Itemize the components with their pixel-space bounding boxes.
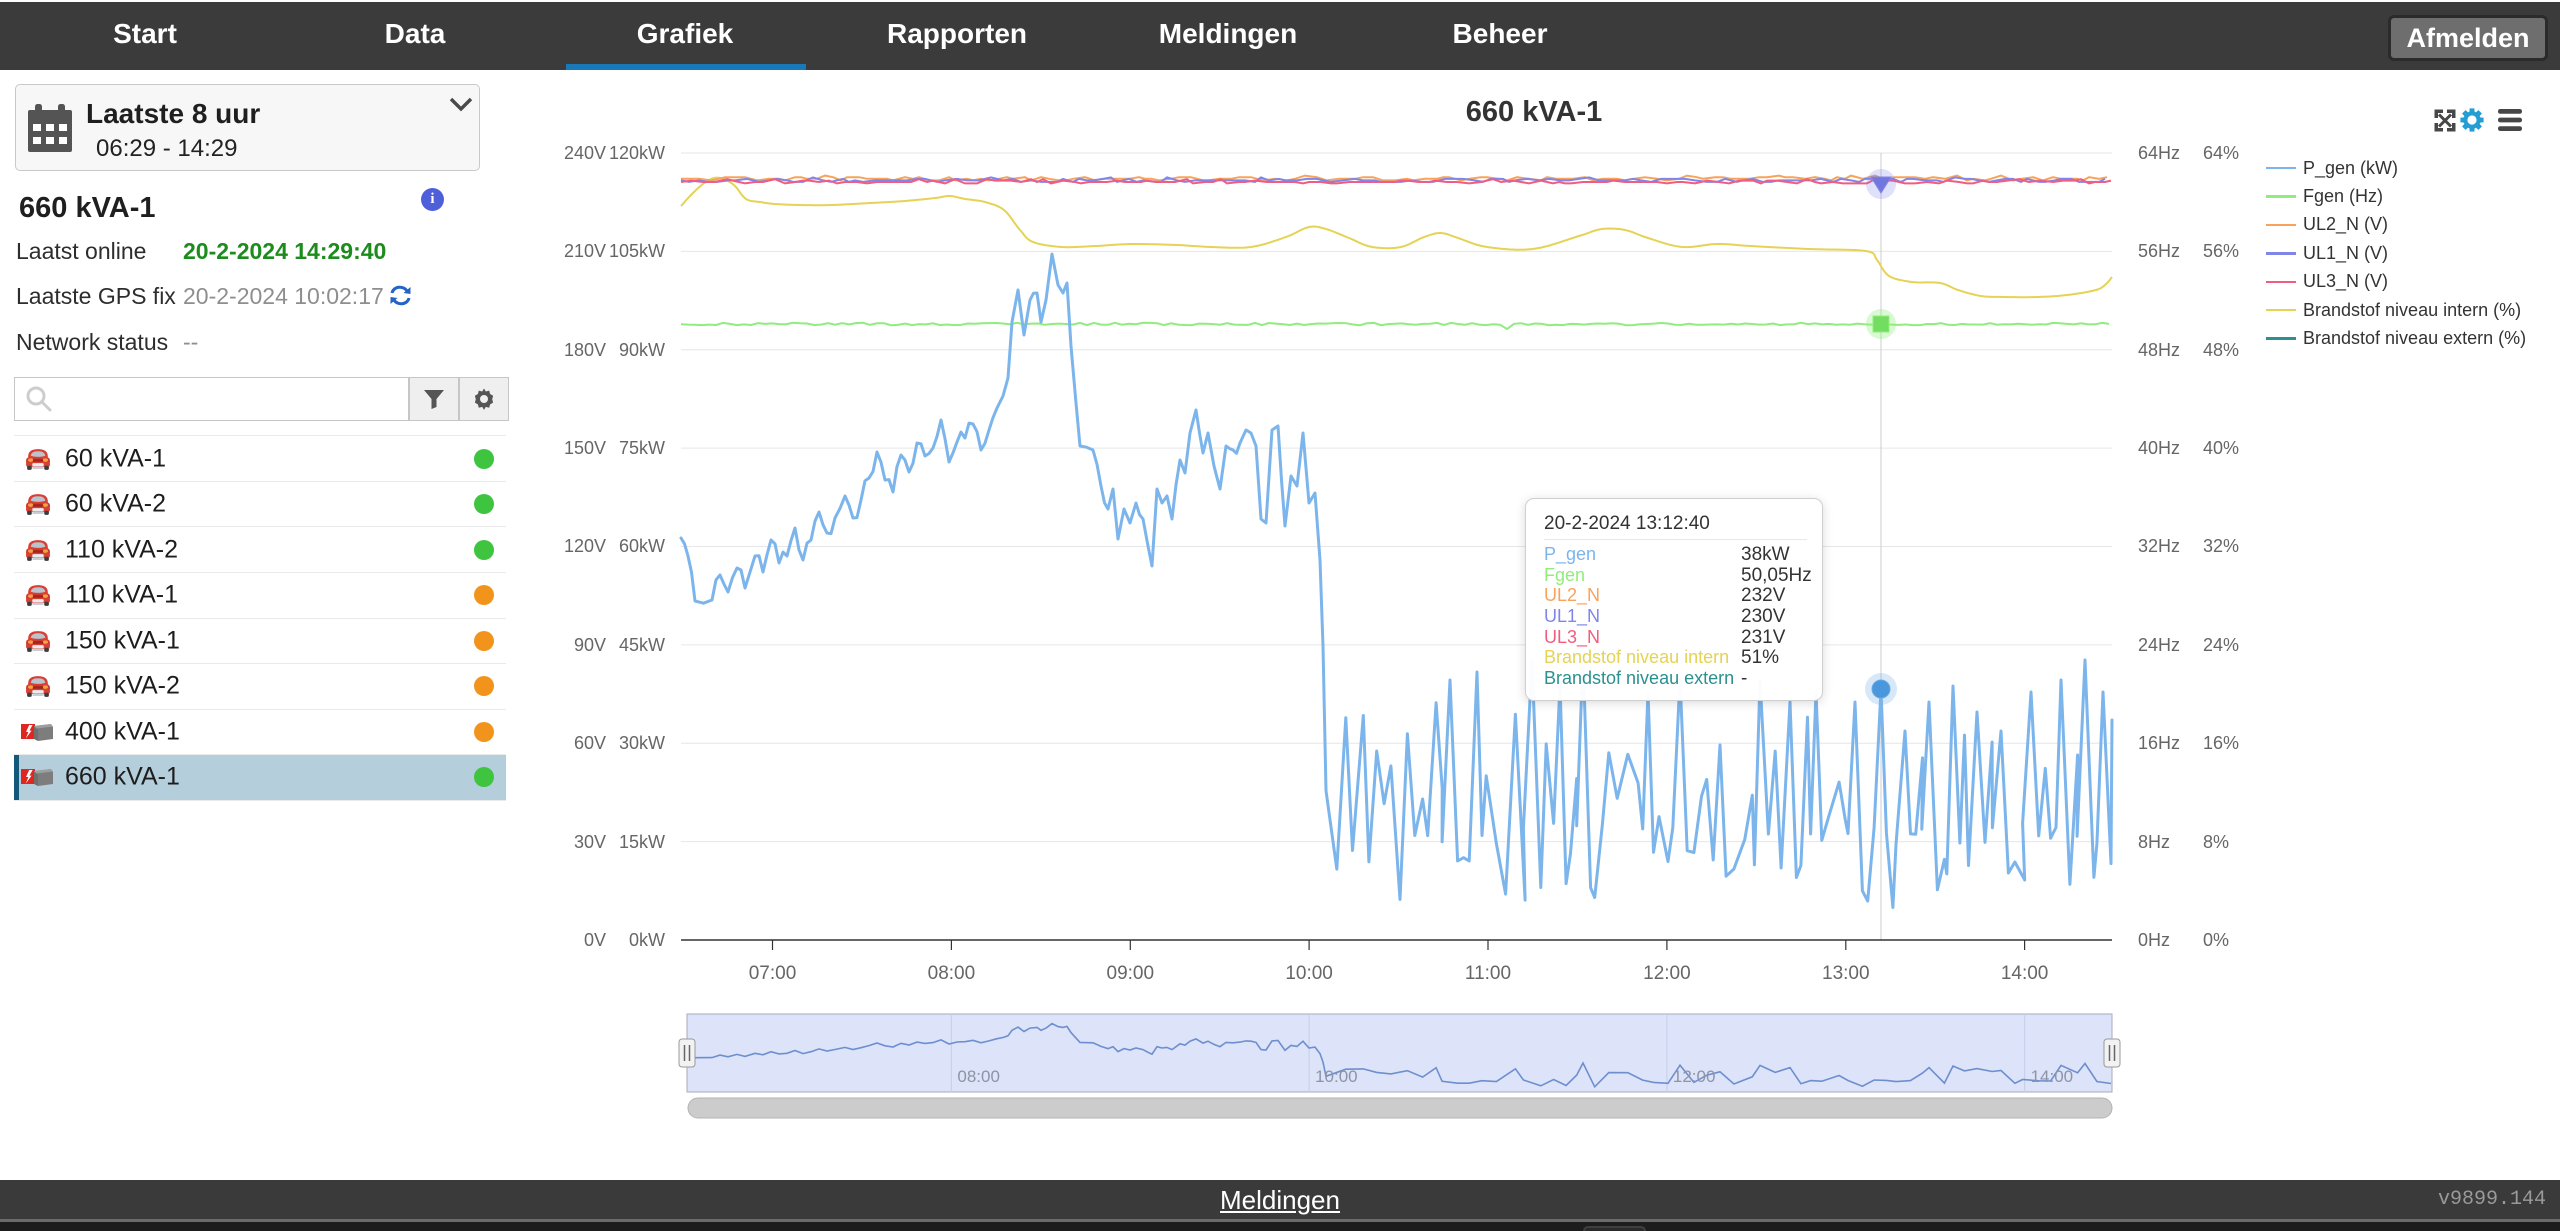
svg-text:14:00: 14:00 — [2031, 1067, 2074, 1086]
svg-text:60kW: 60kW — [619, 536, 665, 556]
svg-text:14:00: 14:00 — [2001, 963, 2049, 984]
svg-text:240V: 240V — [564, 143, 606, 163]
svg-text:8Hz: 8Hz — [2138, 832, 2170, 852]
svg-text:8%: 8% — [2203, 832, 2229, 852]
svg-text:07:00: 07:00 — [749, 963, 797, 984]
svg-text:24%: 24% — [2203, 635, 2239, 655]
svg-text:32%: 32% — [2203, 536, 2239, 556]
svg-text:09:00: 09:00 — [1107, 963, 1155, 984]
svg-text:30V: 30V — [574, 832, 606, 852]
svg-text:64%: 64% — [2203, 143, 2239, 163]
svg-text:60V: 60V — [574, 733, 606, 753]
svg-text:08:00: 08:00 — [957, 1067, 1000, 1086]
svg-text:40Hz: 40Hz — [2138, 438, 2180, 458]
svg-text:180V: 180V — [564, 340, 606, 360]
svg-text:56Hz: 56Hz — [2138, 241, 2180, 261]
svg-text:24Hz: 24Hz — [2138, 635, 2180, 655]
svg-text:16Hz: 16Hz — [2138, 733, 2180, 753]
svg-text:48%: 48% — [2203, 340, 2239, 360]
svg-text:08:00: 08:00 — [928, 963, 976, 984]
svg-text:11:00: 11:00 — [1465, 963, 1511, 984]
svg-text:0kW: 0kW — [629, 930, 665, 950]
svg-text:660 kVA-1: 660 kVA-1 — [1466, 96, 1603, 128]
svg-text:45kW: 45kW — [619, 635, 665, 655]
svg-text:56%: 56% — [2203, 241, 2239, 261]
svg-text:64Hz: 64Hz — [2138, 143, 2180, 163]
svg-text:48Hz: 48Hz — [2138, 340, 2180, 360]
svg-text:105kW: 105kW — [609, 241, 665, 261]
svg-text:10:00: 10:00 — [1285, 963, 1333, 984]
svg-text:30kW: 30kW — [619, 733, 665, 753]
svg-text:90kW: 90kW — [619, 340, 665, 360]
svg-text:32Hz: 32Hz — [2138, 536, 2180, 556]
svg-text:13:00: 13:00 — [1822, 963, 1870, 984]
svg-text:40%: 40% — [2203, 438, 2239, 458]
svg-text:210V: 210V — [564, 241, 606, 261]
svg-text:75kW: 75kW — [619, 438, 665, 458]
svg-text:120V: 120V — [564, 536, 606, 556]
svg-text:10:00: 10:00 — [1315, 1067, 1358, 1086]
svg-text:120kW: 120kW — [609, 143, 665, 163]
svg-text:16%: 16% — [2203, 733, 2239, 753]
svg-text:0V: 0V — [584, 930, 606, 950]
svg-text:12:00: 12:00 — [1643, 963, 1691, 984]
svg-text:15kW: 15kW — [619, 832, 665, 852]
svg-text:90V: 90V — [574, 635, 606, 655]
svg-text:12:00: 12:00 — [1673, 1067, 1716, 1086]
svg-text:150V: 150V — [564, 438, 606, 458]
svg-text:0Hz: 0Hz — [2138, 930, 2170, 950]
svg-text:0%: 0% — [2203, 930, 2229, 950]
